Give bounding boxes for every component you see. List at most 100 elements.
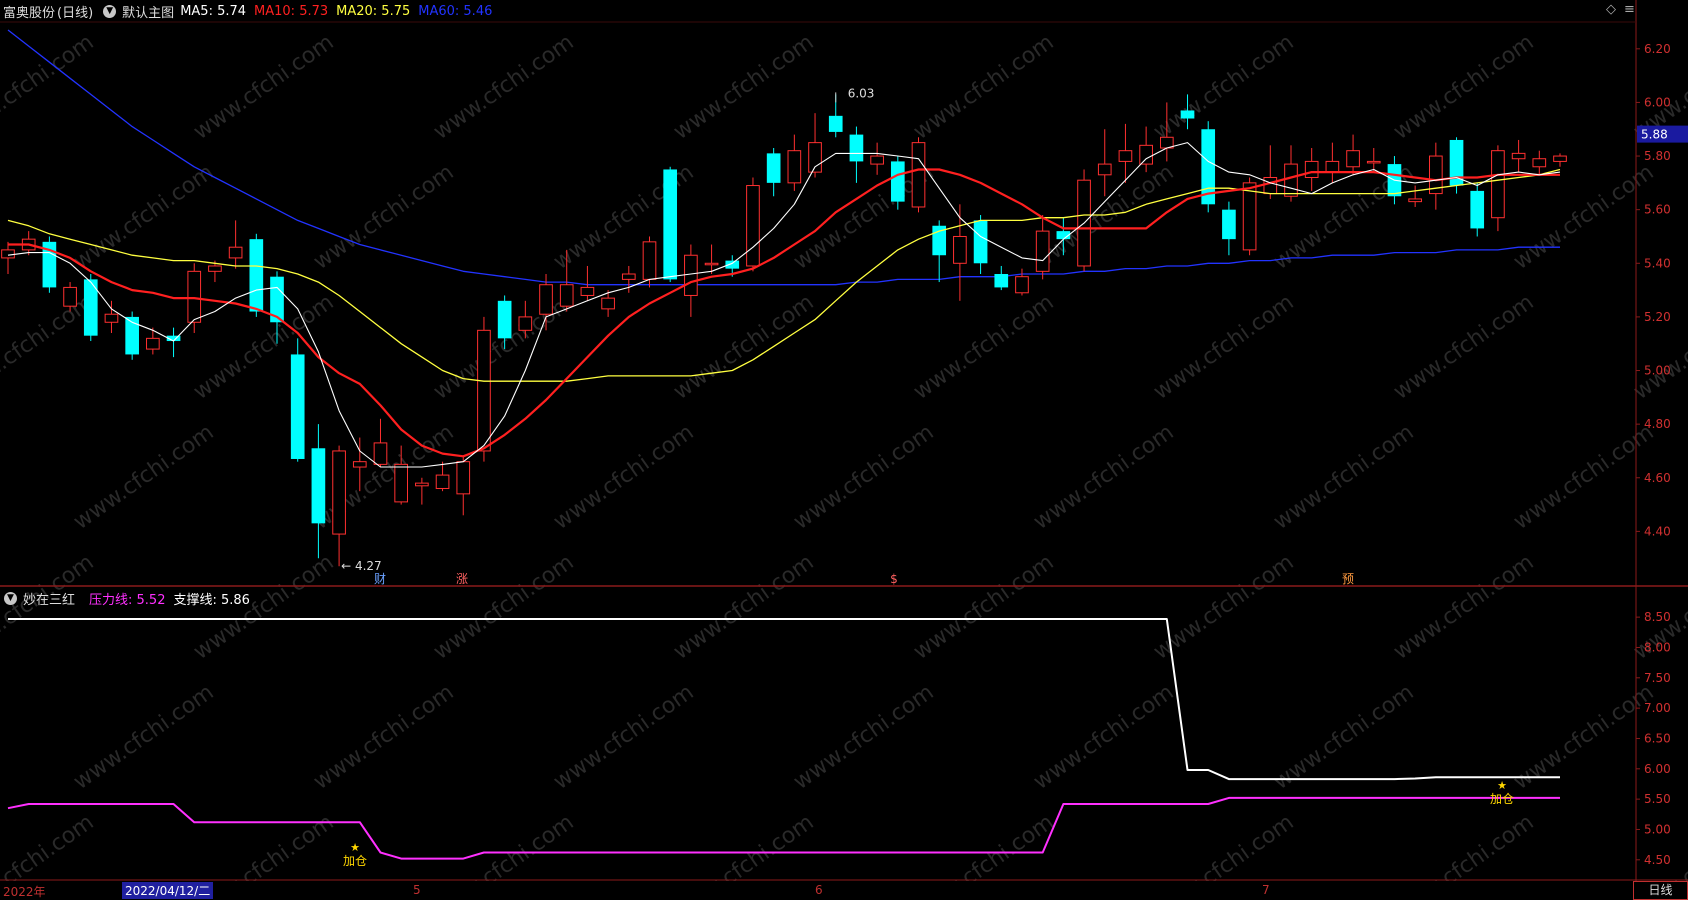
sub-indicator-name[interactable]: 妙在三红 bbox=[23, 589, 75, 608]
candle bbox=[1429, 142, 1443, 210]
price-tick-label: 6.00 bbox=[1644, 95, 1671, 109]
candle-body bbox=[1222, 209, 1236, 240]
candle-body bbox=[1263, 176, 1278, 195]
candle bbox=[1553, 153, 1567, 167]
candle-body bbox=[1139, 144, 1153, 165]
candle bbox=[166, 327, 181, 358]
watermark-text: www.cfchi.com bbox=[309, 160, 458, 275]
sub-legend-item-0: 压力线: 5.52 bbox=[89, 592, 166, 608]
candle bbox=[787, 134, 802, 191]
candle-body bbox=[497, 300, 512, 339]
diamond-icon[interactable]: ◇ bbox=[1606, 2, 1616, 17]
event-marker: 预 bbox=[1342, 572, 1354, 586]
candle-body bbox=[477, 329, 491, 452]
star-icon: ★ bbox=[1497, 779, 1507, 792]
watermark-text: www.cfchi.com bbox=[909, 550, 1058, 665]
current-price-label: 5.88 bbox=[1641, 128, 1668, 142]
watermark-text: www.cfchi.com bbox=[1389, 550, 1538, 665]
candle-body bbox=[766, 153, 781, 183]
candle-body bbox=[1532, 158, 1547, 168]
candle-body bbox=[456, 461, 471, 495]
candle-body bbox=[1284, 163, 1298, 197]
price-tick-label: 5.40 bbox=[1644, 256, 1671, 270]
time-axis: 2022年 2022/04/12/二 5 6 7 日线 bbox=[0, 881, 1688, 900]
high-price-label: 6.03 bbox=[848, 86, 875, 100]
candle-body bbox=[415, 482, 429, 487]
candle-body bbox=[1, 249, 15, 259]
price-tick-label: 5.20 bbox=[1644, 310, 1671, 324]
candle bbox=[746, 177, 760, 272]
candle-body bbox=[63, 286, 77, 307]
candle-body bbox=[249, 239, 264, 312]
candle-body bbox=[518, 316, 533, 331]
sub-tick-label: 8.00 bbox=[1644, 640, 1671, 654]
stock-name[interactable]: 富奥股份 bbox=[3, 2, 55, 21]
candle-body bbox=[642, 241, 657, 280]
candle-body bbox=[332, 450, 346, 535]
candle bbox=[953, 204, 967, 301]
candle bbox=[1139, 126, 1153, 173]
watermark-text: www.cfchi.com bbox=[1149, 810, 1298, 881]
candle-body bbox=[373, 442, 388, 465]
month-label: 7 bbox=[1262, 883, 1270, 897]
candle bbox=[456, 456, 471, 516]
candle bbox=[435, 461, 450, 492]
candle bbox=[1118, 123, 1133, 183]
candle-body bbox=[663, 169, 678, 280]
candle-body bbox=[1304, 160, 1319, 178]
candle bbox=[1201, 121, 1216, 213]
candle bbox=[1532, 150, 1547, 175]
event-marker: $ bbox=[890, 572, 898, 586]
price-tick-label: 5.80 bbox=[1644, 149, 1671, 163]
watermark-text: www.cfchi.com bbox=[0, 290, 99, 405]
watermark-text: www.cfchi.com bbox=[69, 160, 218, 275]
candle-body bbox=[601, 297, 615, 310]
sub-tick-label: 7.50 bbox=[1644, 671, 1671, 685]
watermark-text: www.cfchi.com bbox=[1269, 420, 1418, 535]
candle-body bbox=[352, 461, 367, 468]
candle-body bbox=[890, 161, 905, 202]
candle bbox=[911, 137, 926, 213]
candle-body bbox=[290, 354, 305, 459]
candle-body bbox=[1118, 150, 1133, 162]
candle-body bbox=[1408, 198, 1422, 203]
watermark-text: www.cfchi.com bbox=[669, 290, 818, 405]
candle-body bbox=[1325, 160, 1340, 173]
candle bbox=[766, 148, 781, 197]
watermark-text: www.cfchi.com bbox=[1389, 810, 1538, 881]
watermark-text: www.cfchi.com bbox=[1029, 680, 1178, 795]
period-tab[interactable]: 日线 bbox=[1633, 881, 1688, 900]
sub-tick-label: 8.50 bbox=[1644, 610, 1671, 624]
candle bbox=[973, 215, 988, 275]
candle-body bbox=[994, 274, 1009, 288]
menu-icon[interactable]: ≡ bbox=[1624, 2, 1635, 17]
candle bbox=[849, 126, 864, 183]
chevron-down-icon[interactable]: ▼ bbox=[4, 591, 17, 605]
candle bbox=[663, 166, 678, 283]
candle bbox=[1015, 268, 1029, 296]
month-label: 6 bbox=[815, 883, 823, 897]
candle-body bbox=[953, 235, 967, 264]
ma-legend-item-3: MA60: 5.46 bbox=[418, 3, 493, 19]
cursor-date: 2022/04/12/二 bbox=[122, 882, 214, 899]
candle-body bbox=[1491, 150, 1505, 219]
candle-body bbox=[870, 155, 884, 165]
template-label[interactable]: 默认主图 bbox=[122, 2, 174, 21]
watermark-text: www.cfchi.com bbox=[1149, 290, 1298, 405]
candle bbox=[890, 156, 905, 210]
sub-tick-label: 6.50 bbox=[1644, 731, 1671, 745]
chevron-down-icon[interactable]: ▼ bbox=[103, 4, 117, 18]
candle bbox=[83, 274, 98, 342]
candle-body bbox=[208, 265, 222, 272]
chart-canvas[interactable]: www.cfchi.com www.cfchi.com www.cfchi.com w… bbox=[0, 0, 1688, 881]
candle bbox=[580, 265, 595, 301]
candle-body bbox=[1015, 276, 1029, 294]
candle-body bbox=[1366, 160, 1381, 164]
candle bbox=[1346, 134, 1360, 175]
watermark-text: www.cfchi.com bbox=[309, 680, 458, 795]
price-tick-label: 4.60 bbox=[1644, 471, 1671, 485]
watermark-text: www.cfchi.com bbox=[1629, 810, 1688, 881]
candle-body bbox=[394, 463, 409, 503]
watermark-text: www.cfchi.com bbox=[69, 680, 218, 795]
candle-body bbox=[435, 474, 450, 489]
